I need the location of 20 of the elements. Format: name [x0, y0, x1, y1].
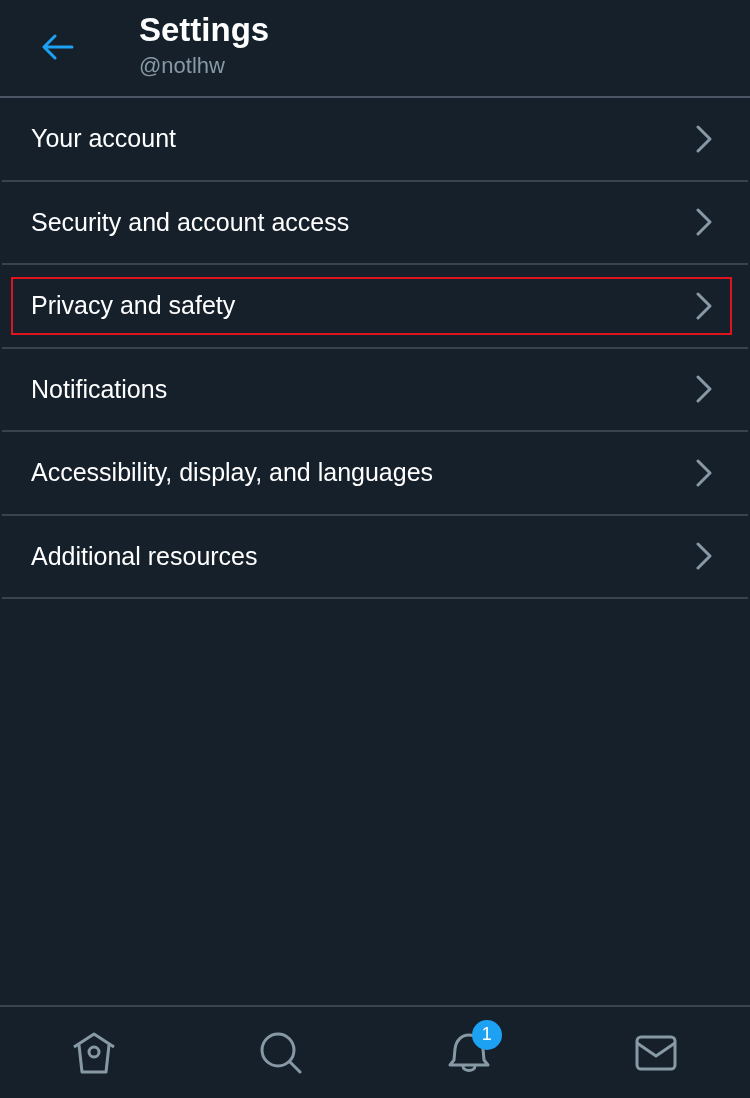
search-icon [260, 1031, 303, 1074]
envelope-icon [635, 1034, 678, 1071]
page-title: Settings [139, 10, 270, 50]
birdhouse-icon [71, 1031, 116, 1074]
settings-item[interactable]: Notifications [2, 348, 748, 432]
chevron-right-icon [696, 375, 712, 404]
notification-count-badge: 1 [471, 1019, 502, 1050]
username-handle: @notlhw [139, 52, 226, 80]
chevron-right-icon [696, 542, 712, 571]
chevron-right-icon [696, 124, 712, 153]
back-arrow-icon [42, 34, 74, 60]
settings-item[interactable]: Security and account access [2, 181, 748, 265]
settings-item[interactable]: Additional resources [2, 515, 748, 599]
back-button[interactable] [41, 33, 75, 61]
chevron-right-icon [696, 291, 712, 320]
settings-item[interactable]: Accessibility, display, and languages [2, 432, 748, 516]
highlighted-settings-item[interactable]: Privacy and safety [2, 265, 748, 349]
chevron-right-icon [696, 458, 712, 487]
settings-item[interactable]: Your account [2, 98, 748, 182]
chevron-right-icon [696, 208, 712, 237]
